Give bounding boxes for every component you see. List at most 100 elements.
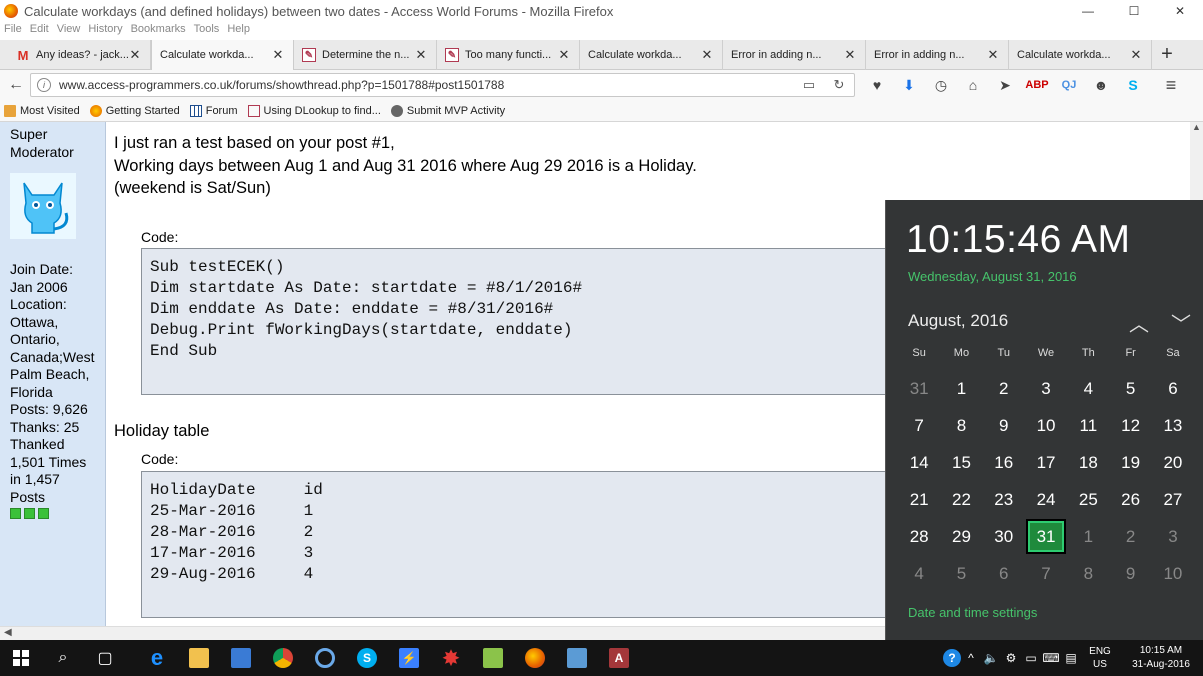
- task-view-icon[interactable]: ▢: [84, 640, 126, 676]
- calendar-day[interactable]: 27: [1152, 481, 1194, 518]
- close-tab-icon[interactable]: ✕: [271, 47, 285, 63]
- calendar-day[interactable]: 5: [940, 555, 982, 592]
- menu-history[interactable]: History: [88, 22, 122, 36]
- help-icon[interactable]: ?: [943, 649, 961, 667]
- calendar-day[interactable]: 3: [1152, 518, 1194, 555]
- calendar-day[interactable]: 19: [1109, 444, 1151, 481]
- battery-icon[interactable]: ▭: [1021, 651, 1041, 665]
- calendar-day[interactable]: 16: [983, 444, 1025, 481]
- app-circle-icon[interactable]: [304, 640, 346, 676]
- calendar-day[interactable]: 22: [940, 481, 982, 518]
- site-info-icon[interactable]: i: [37, 78, 51, 92]
- close-tab-icon[interactable]: ✕: [843, 47, 857, 63]
- chrome-icon[interactable]: [262, 640, 304, 676]
- url-text[interactable]: www.access-programmers.co.uk/forums/show…: [59, 78, 794, 92]
- tab-any-ideas[interactable]: M Any ideas? - jack... ✕: [8, 40, 151, 70]
- start-button[interactable]: [0, 640, 42, 676]
- remote-desktop-icon[interactable]: [220, 640, 262, 676]
- chevron-up-icon[interactable]: ^: [961, 651, 981, 665]
- close-tab-icon[interactable]: ✕: [986, 47, 1000, 63]
- new-tab-button[interactable]: +: [1152, 40, 1182, 69]
- calendar-day[interactable]: 15: [940, 444, 982, 481]
- tab-calculate-workdays-2[interactable]: Calculate workda... ✕: [580, 40, 723, 224]
- calendar-day[interactable]: 12: [1109, 407, 1151, 444]
- calendar-day[interactable]: 26: [1109, 481, 1151, 518]
- close-tab-icon[interactable]: ✕: [700, 47, 714, 63]
- history-icon[interactable]: ◷: [926, 73, 956, 97]
- home-icon[interactable]: ⌂: [958, 73, 988, 97]
- calendar-day[interactable]: 7: [898, 407, 940, 444]
- back-arrow-icon[interactable]: ←: [4, 73, 28, 97]
- bookmark-forum[interactable]: Forum: [189, 104, 238, 117]
- calendar-day[interactable]: 2: [983, 370, 1025, 407]
- network-icon[interactable]: ⚙: [1001, 651, 1021, 665]
- menu-bookmarks[interactable]: Bookmarks: [131, 22, 186, 36]
- skype-taskbar-icon[interactable]: S: [346, 640, 388, 676]
- calendar-day[interactable]: 9: [1109, 555, 1151, 592]
- tab-calculate-workdays-active[interactable]: Calculate workda... ✕: [151, 40, 294, 224]
- taskbar-clock[interactable]: 10:15 AM 31-Aug-2016: [1119, 644, 1203, 672]
- calendar-day[interactable]: 30: [983, 518, 1025, 555]
- menu-view[interactable]: View: [57, 22, 81, 36]
- calendar-day[interactable]: 4: [1067, 370, 1109, 407]
- calendar-day[interactable]: 1: [1067, 518, 1109, 555]
- calendar-day[interactable]: 10: [1025, 407, 1067, 444]
- bookmark-using-dlookup[interactable]: Using DLookup to find...: [247, 104, 381, 117]
- file-explorer-icon[interactable]: [178, 640, 220, 676]
- extension-icon[interactable]: QJ: [1054, 73, 1084, 97]
- calendar-day[interactable]: 9: [983, 407, 1025, 444]
- app-red-splat-icon[interactable]: ✸: [430, 640, 472, 676]
- calendar-day[interactable]: 1: [940, 370, 982, 407]
- calendar-day[interactable]: 4: [898, 555, 940, 592]
- calendar-day[interactable]: 2: [1109, 518, 1151, 555]
- calendar-day[interactable]: 8: [940, 407, 982, 444]
- minimize-button[interactable]: —: [1065, 0, 1111, 22]
- calendar-day[interactable]: 13: [1152, 407, 1194, 444]
- calendar-day[interactable]: 8: [1067, 555, 1109, 592]
- previous-month-icon[interactable]: ︿: [1129, 308, 1149, 337]
- skype-icon[interactable]: S: [1118, 73, 1148, 97]
- menu-help[interactable]: Help: [227, 22, 250, 36]
- calendar-day[interactable]: 11: [1067, 407, 1109, 444]
- date-time-settings-link[interactable]: Date and time settings: [908, 605, 1037, 620]
- close-tab-icon[interactable]: ✕: [1129, 47, 1143, 63]
- avatar[interactable]: [10, 173, 76, 239]
- volume-icon[interactable]: 🔈: [981, 651, 1001, 665]
- notifications-icon[interactable]: ▤: [1061, 651, 1081, 665]
- firefox-taskbar-icon[interactable]: [514, 640, 556, 676]
- long-date[interactable]: Wednesday, August 31, 2016: [908, 269, 1077, 284]
- calendar-day[interactable]: 29: [940, 518, 982, 555]
- close-tab-icon[interactable]: ✕: [557, 47, 571, 63]
- search-icon[interactable]: ⌕: [42, 640, 84, 676]
- tab-determine[interactable]: ✎ Determine the n... ✕: [294, 40, 437, 70]
- calendar-day[interactable]: 7: [1025, 555, 1067, 592]
- calendar-day[interactable]: 17: [1025, 444, 1067, 481]
- edge-icon[interactable]: e: [136, 640, 178, 676]
- calendar-day[interactable]: 28: [898, 518, 940, 555]
- hamburger-menu-icon[interactable]: ≡: [1156, 73, 1186, 97]
- calendar-day[interactable]: 14: [898, 444, 940, 481]
- access-icon[interactable]: A: [598, 640, 640, 676]
- close-tab-icon[interactable]: ✕: [414, 47, 428, 63]
- calendar-day[interactable]: 10: [1152, 555, 1194, 592]
- menu-edit[interactable]: Edit: [30, 22, 49, 36]
- calendar-day[interactable]: 6: [983, 555, 1025, 592]
- calendar-day[interactable]: 5: [1109, 370, 1151, 407]
- calendar-day[interactable]: 18: [1067, 444, 1109, 481]
- calendar-day[interactable]: 6: [1152, 370, 1194, 407]
- keyboard-icon[interactable]: ⌨: [1041, 651, 1061, 665]
- send-icon[interactable]: ➤: [990, 73, 1020, 97]
- bookmark-getting-started[interactable]: Getting Started: [89, 104, 180, 117]
- tab-calculate-workdays-3[interactable]: Calculate workda... ✕: [1009, 40, 1152, 224]
- bookmark-most-visited[interactable]: Most Visited: [4, 104, 80, 117]
- language-indicator[interactable]: ENG US: [1081, 645, 1119, 671]
- tab-error-adding-2[interactable]: Error in adding n... ✕: [866, 40, 1009, 224]
- calendar-day-today[interactable]: 31: [1025, 519, 1067, 554]
- calendar-day[interactable]: 3: [1025, 370, 1067, 407]
- url-bar[interactable]: i www.access-programmers.co.uk/forums/sh…: [30, 73, 855, 97]
- download-icon[interactable]: ⬇: [894, 73, 924, 97]
- calendar-day[interactable]: 21: [898, 481, 940, 518]
- menu-tools[interactable]: Tools: [194, 22, 220, 36]
- bookmark-submit-mvp[interactable]: Submit MVP Activity: [390, 104, 505, 117]
- next-month-icon[interactable]: ﹀: [1171, 308, 1191, 337]
